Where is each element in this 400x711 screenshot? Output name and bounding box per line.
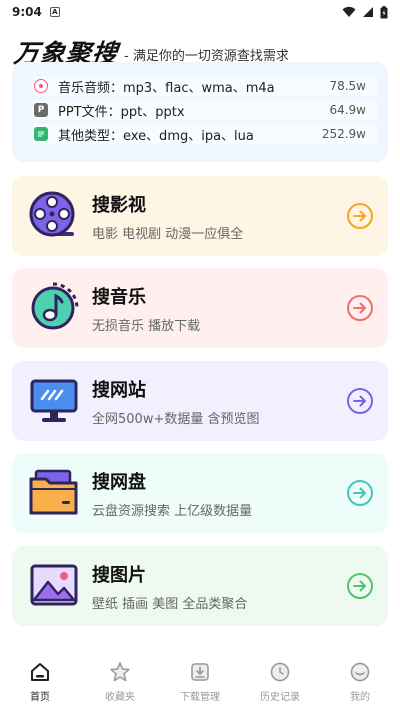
home-icon xyxy=(31,663,49,681)
category-text: 搜网站 全网500w+数据量 含预览图 xyxy=(92,376,259,427)
nav-label: 收藏夹 xyxy=(105,692,135,703)
status-time: 9:04 xyxy=(12,5,42,19)
category-music[interactable]: 搜音乐 无损音乐 播放下载 xyxy=(12,268,388,348)
category-subtitle: 云盘资源搜索 上亿级数据量 xyxy=(92,503,253,519)
file-type-row[interactable]: 音乐音频：mp3、flac、wma、m4a 78.5w xyxy=(32,76,378,96)
file-type-row[interactable]: P PPT文件：ppt、pptx 64.9w xyxy=(32,100,378,120)
file-type-label: 音乐音频：mp3、flac、wma、m4a xyxy=(58,80,275,96)
status-icons xyxy=(342,5,388,19)
ppt-file-icon: P xyxy=(34,103,48,117)
category-text: 搜音乐 无损音乐 播放下载 xyxy=(92,283,200,334)
category-movies[interactable]: 搜影视 电影 电视剧 动漫一应俱全 xyxy=(12,176,388,256)
category-cloud-drive[interactable]: 搜网盘 云盘资源搜索 上亿级数据量 xyxy=(12,453,388,533)
file-type-count: 78.5w xyxy=(329,79,366,93)
file-type-row[interactable]: 其他类型：exe、dmg、ipa、lua 252.9w xyxy=(32,124,378,144)
wifi-icon xyxy=(342,6,356,17)
status-bar: 9:04 A xyxy=(0,0,400,24)
history-icon xyxy=(270,662,290,682)
nav-label: 我的 xyxy=(350,692,370,703)
category-title: 搜影视 xyxy=(92,194,146,216)
category-text: 搜网盘 云盘资源搜索 上亿级数据量 xyxy=(92,468,252,519)
nav-downloads[interactable]: 下载管理 xyxy=(160,652,240,711)
nav-favorites[interactable]: 收藏夹 xyxy=(80,652,160,711)
arrow-right-icon[interactable] xyxy=(346,294,374,322)
file-type-label: PPT文件：ppt、pptx xyxy=(58,104,185,120)
file-type-label: 其他类型：exe、dmg、ipa、lua xyxy=(58,128,254,144)
category-title: 搜音乐 xyxy=(92,286,146,308)
category-title: 搜网盘 xyxy=(92,471,146,493)
nav-label: 历史记录 xyxy=(260,692,300,703)
category-subtitle: 全网500w+数据量 含预览图 xyxy=(92,411,260,427)
film-reel-icon xyxy=(29,191,75,237)
nav-label: 下载管理 xyxy=(180,692,220,703)
category-text: 搜影视 电影 电视剧 动漫一应俱全 xyxy=(92,191,243,242)
nav-profile[interactable]: 我的 xyxy=(320,652,400,711)
music-file-icon xyxy=(34,79,48,93)
category-subtitle: 无损音乐 播放下载 xyxy=(92,318,201,334)
category-subtitle: 壁纸 插画 美图 全品类聚合 xyxy=(92,596,248,612)
download-icon xyxy=(191,663,209,681)
image-icon xyxy=(30,564,78,606)
star-icon xyxy=(110,662,130,682)
file-type-count: 252.9w xyxy=(321,127,366,141)
bottom-nav: 首页 收藏夹 下载管理 历史记录 我的 xyxy=(0,652,400,711)
folder-icon xyxy=(29,469,78,515)
other-file-icon xyxy=(34,127,48,141)
arrow-right-icon[interactable] xyxy=(346,202,374,230)
music-note-icon xyxy=(31,282,79,330)
arrow-right-icon[interactable] xyxy=(346,572,374,600)
profile-icon xyxy=(350,662,370,682)
notification-icon: A xyxy=(49,7,60,17)
category-subtitle: 电影 电视剧 动漫一应俱全 xyxy=(92,226,244,242)
signal-icon xyxy=(363,7,373,17)
category-title: 搜图片 xyxy=(92,564,146,586)
category-images[interactable]: 搜图片 壁纸 插画 美图 全品类聚合 xyxy=(12,546,388,626)
category-websites[interactable]: 搜网站 全网500w+数据量 含预览图 xyxy=(12,361,388,441)
nav-label: 首页 xyxy=(30,692,50,703)
monitor-icon xyxy=(30,379,78,422)
arrow-right-icon[interactable] xyxy=(346,387,374,415)
nav-history[interactable]: 历史记录 xyxy=(240,652,320,711)
category-title: 搜网站 xyxy=(92,379,146,401)
file-type-count: 64.9w xyxy=(329,103,366,117)
arrow-right-icon[interactable] xyxy=(346,479,374,507)
battery-icon xyxy=(380,5,388,18)
app-slogan: - 满足你的一切资源查找需求 xyxy=(124,48,289,64)
file-types-card: 音乐音频：mp3、flac、wma、m4a 78.5w P PPT文件：ppt、… xyxy=(12,62,388,162)
nav-home[interactable]: 首页 xyxy=(0,652,80,711)
category-text: 搜图片 壁纸 插画 美图 全品类聚合 xyxy=(92,561,247,612)
